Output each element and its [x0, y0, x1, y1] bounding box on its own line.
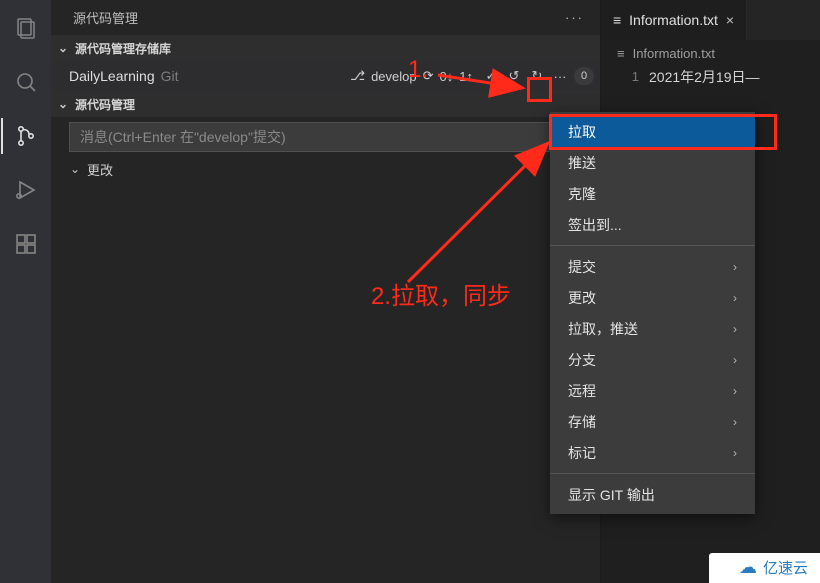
sync-icon[interactable]: ⟳: [423, 68, 434, 84]
repo-name: DailyLearning: [69, 68, 155, 84]
menu-item-label: 标记: [568, 443, 596, 463]
menu-item[interactable]: 克隆: [550, 178, 755, 209]
changes-label: 更改: [87, 160, 113, 179]
menu-item-label: 推送: [568, 153, 596, 173]
menu-item[interactable]: 显示 GIT 输出: [550, 479, 755, 510]
breadcrumb[interactable]: ≡ Information.txt: [601, 40, 820, 66]
menu-item[interactable]: 远程 ›: [550, 375, 755, 406]
scm-section[interactable]: ⌄ 源代码管理: [51, 91, 600, 117]
changes-badge: 0: [574, 67, 594, 85]
chevron-right-icon: ›: [733, 384, 737, 398]
menu-item[interactable]: 推送: [550, 147, 755, 178]
commit-message-input[interactable]: 消息(Ctrl+Enter 在"develop"提交): [69, 122, 592, 152]
tab-bar: ≡ Information.txt ×: [601, 0, 820, 40]
menu-item-label: 显示 GIT 输出: [568, 485, 655, 505]
chevron-down-icon: ⌄: [57, 97, 69, 111]
chevron-right-icon: ›: [733, 322, 737, 336]
menu-item-label: 拉取，推送: [568, 319, 638, 339]
commit-check-icon[interactable]: ✓: [483, 68, 499, 84]
extensions-icon[interactable]: [12, 230, 40, 258]
changes-section[interactable]: ⌄ 更改: [51, 157, 600, 181]
scm-section-label: 源代码管理: [75, 96, 135, 113]
menu-separator: [550, 473, 755, 474]
file-icon: ≡: [617, 46, 625, 61]
editor-body[interactable]: 1 2021年2月19日—: [601, 66, 820, 88]
menu-item-label: 分支: [568, 350, 596, 370]
explorer-icon[interactable]: [12, 14, 40, 42]
source-control-icon[interactable]: [12, 122, 40, 150]
scm-repos-section[interactable]: ⌄ 源代码管理存储库: [51, 35, 600, 61]
more-dots-icon: ···: [552, 68, 568, 84]
menu-item[interactable]: 分支 ›: [550, 344, 755, 375]
menu-item-label: 更改: [568, 288, 596, 308]
menu-item[interactable]: 签出到...: [550, 209, 755, 240]
chevron-right-icon: ›: [733, 291, 737, 305]
close-icon[interactable]: ×: [726, 12, 734, 28]
branch-icon: ⎇: [350, 68, 365, 84]
branch-name: develop: [371, 69, 417, 84]
menu-item[interactable]: 拉取，推送 ›: [550, 313, 755, 344]
scm-panel: 源代码管理 ··· ⌄ 源代码管理存储库 DailyLearning Git ⎇…: [51, 0, 601, 583]
menu-separator: [550, 245, 755, 246]
chevron-right-icon: ›: [733, 260, 737, 274]
menu-item-label: 存储: [568, 412, 596, 432]
repo-row[interactable]: DailyLearning Git ⎇ develop ⟳ 0↓ 1↑ ✓ ↺ …: [51, 61, 600, 91]
run-debug-icon[interactable]: [12, 176, 40, 204]
scm-panel-header: 源代码管理 ···: [51, 0, 600, 35]
outgoing-count: 1↑: [459, 69, 473, 84]
scm-title: 源代码管理: [73, 8, 138, 27]
editor-tab[interactable]: ≡ Information.txt ×: [601, 0, 747, 40]
repo-more-button[interactable]: ···: [552, 68, 568, 84]
chevron-down-icon: ⌄: [69, 162, 81, 176]
cloud-icon: ☁: [739, 557, 757, 578]
scm-context-menu: 拉取推送克隆签出到... 提交 › 更改 › 拉取，推送 › 分支 › 远程 › 存储 › 标记 › 显示 G…: [550, 112, 755, 514]
menu-item[interactable]: 提交 ›: [550, 251, 755, 282]
incoming-count: 0↓: [440, 69, 454, 84]
menu-item-label: 拉取: [568, 122, 596, 142]
activity-bar: [0, 0, 51, 583]
line-number: 1: [601, 66, 649, 88]
menu-item[interactable]: 存储 ›: [550, 406, 755, 437]
watermark-text: 亿速云: [763, 557, 808, 578]
repo-status: ⎇ develop ⟳ 0↓ 1↑: [350, 68, 473, 84]
code-line: 2021年2月19日—: [649, 66, 760, 88]
chevron-down-icon: ⌄: [57, 41, 69, 55]
file-icon: ≡: [613, 12, 621, 28]
commit-placeholder: 消息(Ctrl+Enter 在"develop"提交): [80, 127, 286, 147]
chevron-right-icon: ›: [733, 353, 737, 367]
repo-provider: Git: [161, 68, 179, 84]
menu-item-label: 签出到...: [568, 215, 622, 235]
menu-item[interactable]: 标记 ›: [550, 437, 755, 468]
tab-title: Information.txt: [629, 12, 718, 28]
menu-item[interactable]: 更改 ›: [550, 282, 755, 313]
history-icon[interactable]: ↺: [506, 68, 522, 84]
breadcrumb-text: Information.txt: [633, 46, 715, 61]
menu-item[interactable]: 拉取: [550, 116, 755, 147]
watermark: ☁ 亿速云: [709, 553, 820, 583]
menu-item-label: 提交: [568, 257, 596, 277]
scm-header-more-icon[interactable]: ···: [565, 10, 584, 25]
menu-item-label: 克隆: [568, 184, 596, 204]
menu-item-label: 远程: [568, 381, 596, 401]
chevron-right-icon: ›: [733, 415, 737, 429]
scm-repos-label: 源代码管理存储库: [75, 40, 171, 57]
search-icon[interactable]: [12, 68, 40, 96]
chevron-right-icon: ›: [733, 446, 737, 460]
refresh-icon[interactable]: ↻: [529, 68, 545, 84]
